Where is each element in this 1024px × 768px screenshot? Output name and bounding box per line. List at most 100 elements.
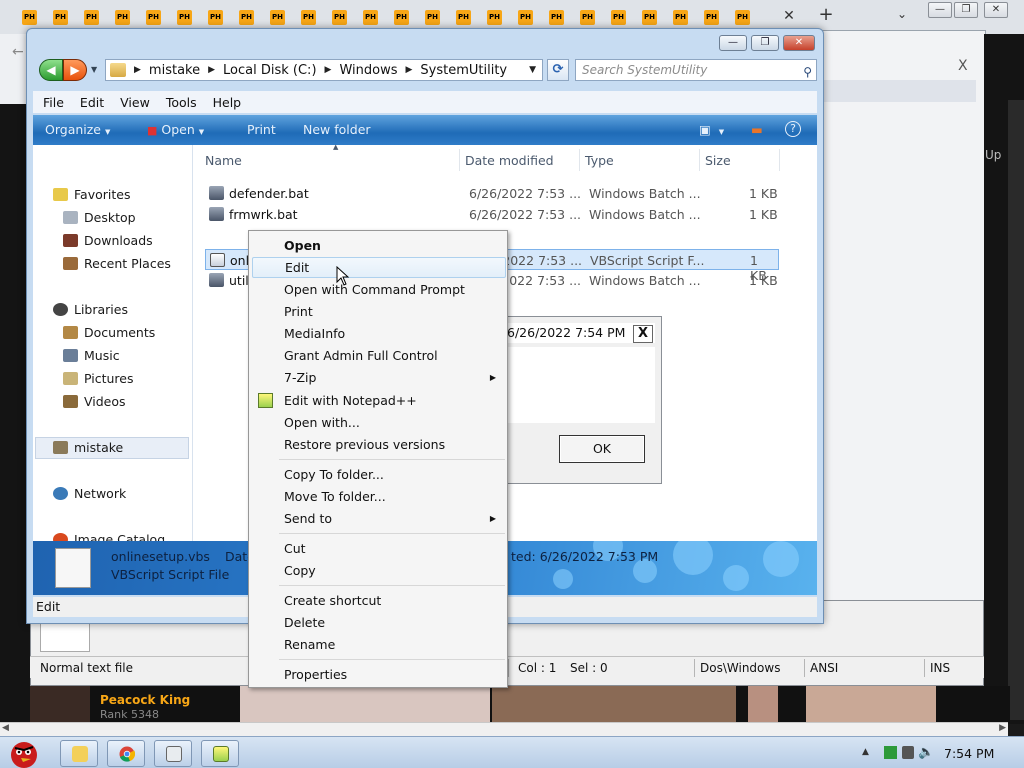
nav-desktop[interactable]: Desktop <box>63 210 136 225</box>
menu-edit[interactable]: Edit <box>80 95 104 110</box>
page-scrollbar[interactable] <box>1008 100 1024 720</box>
tab-list-chevron-icon[interactable]: ⌄ <box>897 7 907 21</box>
browser-tab[interactable]: PH <box>107 6 138 28</box>
browser-tab[interactable]: PH <box>541 6 572 28</box>
breadcrumb-windows[interactable]: Windows <box>339 63 397 78</box>
taskbar-explorer-button[interactable] <box>60 740 98 767</box>
chevron-right-icon[interactable]: ▶ <box>208 65 215 75</box>
chevron-right-icon[interactable]: ▶ <box>134 65 141 75</box>
column-type[interactable]: Type <box>585 153 614 168</box>
breadcrumb-local-disk[interactable]: Local Disk (C:) <box>223 63 316 78</box>
browser-restore-button[interactable]: ❐ <box>954 2 978 18</box>
browser-tab[interactable]: PH <box>510 6 541 28</box>
browser-tab[interactable]: PH <box>572 6 603 28</box>
column-name[interactable]: Name <box>205 153 242 168</box>
thumbnail[interactable] <box>30 686 90 722</box>
menu-item-7zip[interactable]: 7-Zip ▶ <box>252 367 506 388</box>
nav-music[interactable]: Music <box>63 348 120 363</box>
network-status-icon[interactable] <box>902 746 914 759</box>
nav-favorites[interactable]: Favorites <box>53 187 130 202</box>
menu-item-delete[interactable]: Delete <box>252 612 506 633</box>
explorer-titlebar[interactable]: — ❐ ✕ <box>27 29 823 55</box>
address-dropdown-icon[interactable]: ▼ <box>529 65 536 75</box>
nav-libraries[interactable]: Libraries <box>53 302 128 317</box>
browser-tab[interactable]: PH <box>386 6 417 28</box>
browser-tab[interactable]: PH <box>727 6 758 28</box>
browser-tab[interactable]: PH <box>200 6 231 28</box>
taskbar-window-button[interactable] <box>154 740 192 767</box>
close-button[interactable]: ✕ <box>783 35 815 51</box>
taskbar-chrome-button[interactable] <box>107 740 145 767</box>
browser-tab[interactable]: PH <box>634 6 665 28</box>
print-button[interactable]: Print <box>247 122 276 137</box>
menu-file[interactable]: File <box>43 95 64 110</box>
menu-item-restore-versions[interactable]: Restore previous versions <box>252 434 506 455</box>
browser-tab[interactable]: PH <box>169 6 200 28</box>
menu-item-send-to[interactable]: Send to ▶ <box>252 508 506 529</box>
menu-item-mediainfo[interactable]: MediaInfo <box>252 323 506 344</box>
nav-documents[interactable]: Documents <box>63 325 155 340</box>
forward-button[interactable]: ▶ <box>63 59 87 81</box>
taskbar-notepadpp-button[interactable] <box>201 740 239 767</box>
menu-item-print[interactable]: Print <box>252 301 506 322</box>
minimize-button[interactable]: — <box>719 35 747 51</box>
nav-videos[interactable]: Videos <box>63 394 126 409</box>
browser-tab[interactable]: PH <box>479 6 510 28</box>
tab-close-icon[interactable]: ✕ <box>780 7 798 25</box>
thumbnail[interactable] <box>240 686 490 722</box>
nav-downloads[interactable]: Downloads <box>63 233 153 248</box>
browser-tab[interactable]: PH <box>696 6 727 28</box>
horizontal-scrollbar[interactable]: ◀ ▶ <box>0 722 1008 736</box>
browser-back-icon[interactable]: ← <box>12 44 24 60</box>
new-tab-icon[interactable]: + <box>816 5 836 25</box>
volume-icon[interactable]: 🔈 <box>918 745 934 760</box>
menu-item-grant-admin[interactable]: Grant Admin Full Control <box>252 345 506 366</box>
browser-tab[interactable]: PH <box>417 6 448 28</box>
nav-mistake[interactable]: mistake <box>53 440 123 455</box>
column-size[interactable]: Size <box>705 153 731 168</box>
help-icon[interactable]: ? <box>785 121 801 137</box>
breadcrumb-systemutility[interactable]: SystemUtility <box>420 63 507 78</box>
menu-item-open-command-prompt[interactable]: Open with Command Prompt <box>252 279 506 300</box>
chevron-right-icon[interactable]: ▶ <box>405 65 412 75</box>
table-row[interactable]: defender.bat 6/26/2022 7:53 ... Windows … <box>205 183 779 204</box>
menu-item-move-to-folder[interactable]: Move To folder... <box>252 486 506 507</box>
menu-item-cut[interactable]: Cut <box>252 538 506 559</box>
thumbnail[interactable] <box>492 686 736 722</box>
menu-view[interactable]: View <box>120 95 150 110</box>
menu-tools[interactable]: Tools <box>166 95 197 110</box>
browser-tab[interactable]: PH <box>324 6 355 28</box>
new-folder-button[interactable]: New folder <box>303 122 371 137</box>
search-input[interactable]: Search SystemUtility ⚲ <box>575 59 817 81</box>
address-bar[interactable]: ▶ mistake ▶ Local Disk (C:) ▶ Windows ▶ … <box>105 59 543 81</box>
thumbnail[interactable] <box>806 686 936 722</box>
action-center-icon[interactable] <box>884 746 897 759</box>
browser-tab[interactable]: PH <box>231 6 262 28</box>
browser-tab[interactable]: PH <box>293 6 324 28</box>
menu-item-properties[interactable]: Properties <box>252 664 506 685</box>
column-date[interactable]: Date modified <box>465 153 554 168</box>
scroll-left-icon[interactable]: ◀ <box>2 723 9 733</box>
browser-tab[interactable]: PH <box>138 6 169 28</box>
browser-close-button[interactable]: ✕ <box>984 2 1008 18</box>
menu-item-open[interactable]: Open <box>252 235 506 256</box>
menu-help[interactable]: Help <box>213 95 242 110</box>
tray-expand-icon[interactable]: ▲ <box>862 747 869 757</box>
model-name[interactable]: Peacock King <box>100 693 190 707</box>
refresh-button[interactable]: ⟳ <box>547 59 569 81</box>
preview-pane-icon[interactable]: ▬ <box>751 122 763 137</box>
menu-item-create-shortcut[interactable]: Create shortcut <box>252 590 506 611</box>
menu-item-open-with[interactable]: Open with... <box>252 412 506 433</box>
start-button[interactable] <box>4 737 44 768</box>
browser-minimize-button[interactable]: — <box>928 2 952 18</box>
browser-tab[interactable]: PH <box>355 6 386 28</box>
nav-recent-places[interactable]: Recent Places <box>63 256 171 271</box>
browser-tab[interactable]: PH <box>603 6 634 28</box>
browser-tab[interactable]: PH <box>45 6 76 28</box>
maximize-button[interactable]: ❐ <box>751 35 779 51</box>
menu-item-edit[interactable]: Edit <box>252 257 506 278</box>
nav-pictures[interactable]: Pictures <box>63 371 134 386</box>
message-box-close-button[interactable]: X <box>633 325 653 343</box>
back-button[interactable]: ◀ <box>39 59 63 81</box>
notepad-editor[interactable] <box>40 622 90 652</box>
